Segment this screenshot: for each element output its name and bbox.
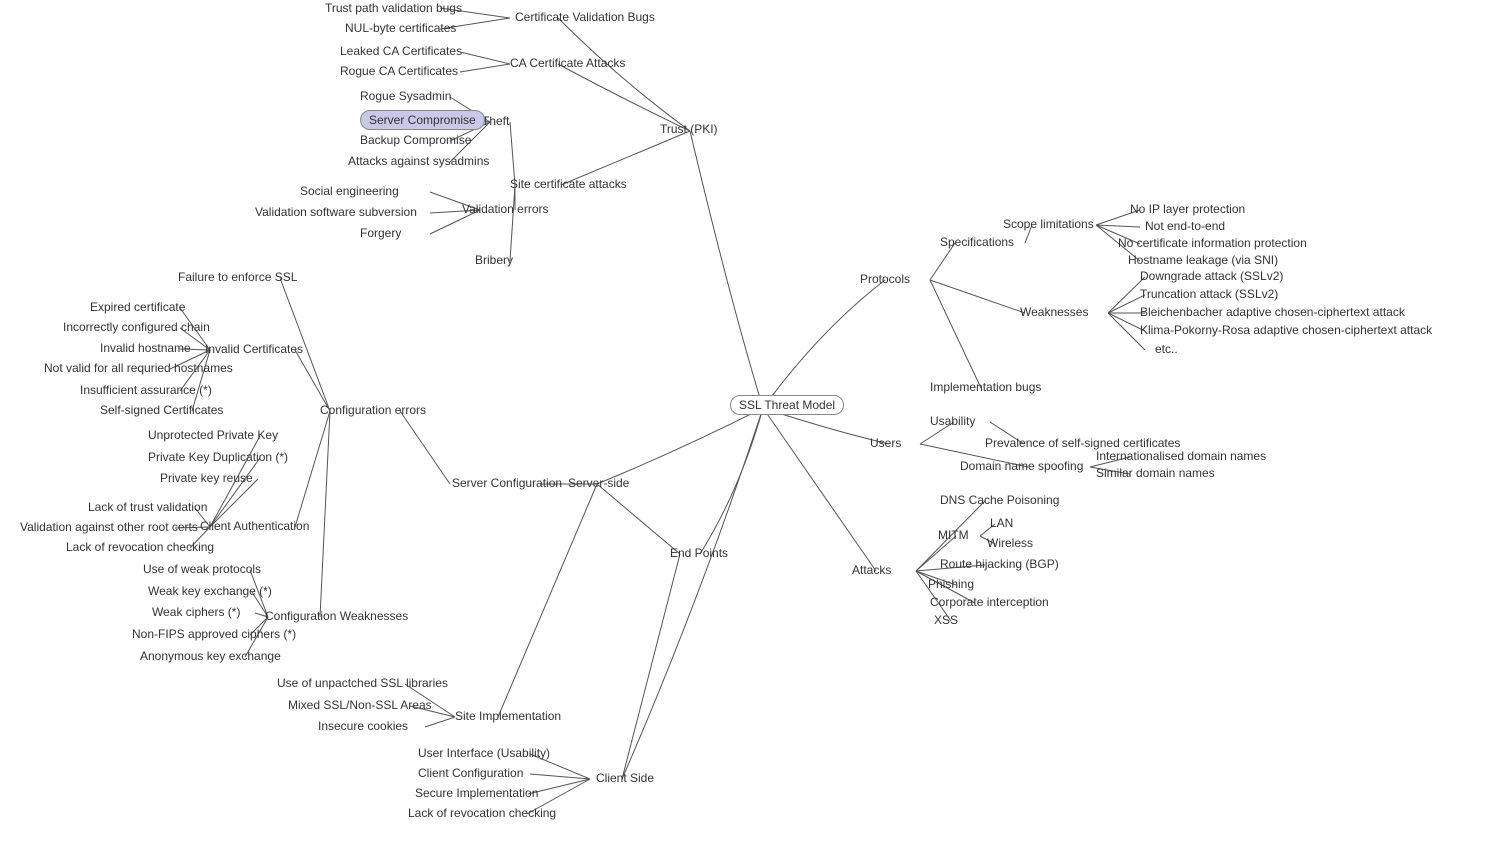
truncation-node: Truncation attack (SSLv2) <box>1140 287 1278 301</box>
trust-pki-node: Trust (PKI) <box>660 122 718 136</box>
usability-node: Usability <box>930 414 975 428</box>
weak-ciphers-node: Weak ciphers (*) <box>152 605 240 619</box>
internat-domain-node: Internationalised domain names <box>1096 449 1266 463</box>
hostname-leak-node: Hostname leakage (via SNI) <box>1128 253 1278 267</box>
not-valid-node: Not valid for all requried hostnames <box>44 361 233 375</box>
forgery-node: Forgery <box>360 226 401 240</box>
failure-ssl-node: Failure to enforce SSL <box>178 270 297 284</box>
similar-domain-node: Similar domain names <box>1096 466 1215 480</box>
rogue-sysadmin-node: Rogue Sysadmin <box>360 89 451 103</box>
invalid-hostname-node: Invalid hostname <box>100 341 191 355</box>
cert-val-bugs-node: Certificate Validation Bugs <box>515 10 655 24</box>
server-compromise-node: Server Compromise <box>360 110 485 130</box>
connector-lines <box>0 0 1491 848</box>
ca-cert-attacks-node: CA Certificate Attacks <box>510 56 625 70</box>
insuff-assurance-node: Insufficient assurance (*) <box>80 383 212 397</box>
specifications-node: Specifications <box>940 235 1014 249</box>
downgrade-node: Downgrade attack (SSLv2) <box>1140 269 1283 283</box>
client-config-node: Client Configuration <box>418 766 523 780</box>
impl-bugs-node: Implementation bugs <box>930 380 1041 394</box>
nul-byte-node: NUL-byte certificates <box>345 21 456 35</box>
anon-key-node: Anonymous key exchange <box>140 649 281 663</box>
bribery-node: Bribery <box>475 253 513 267</box>
mixed-ssl-node: Mixed SSL/Non-SSL Areas <box>288 698 432 712</box>
backup-compromise-node: Backup Compromise <box>360 133 471 147</box>
validation-errors-node: Validation errors <box>462 202 548 216</box>
domain-spoof-node: Domain name spoofing <box>960 459 1083 473</box>
weak-key-node: Weak key exchange (*) <box>148 584 272 598</box>
no-cert-info-node: No certificate information protection <box>1118 236 1307 250</box>
center-node: SSL Threat Model <box>730 395 844 415</box>
no-ip-node: No IP layer protection <box>1130 202 1245 216</box>
pk-dup-node: Private Key Duplication (*) <box>148 450 288 464</box>
server-config-node: Server Configuration <box>452 476 562 490</box>
phishing-node: Phishing <box>928 577 974 591</box>
config-errors-node: Configuration errors <box>320 403 426 417</box>
users-node: Users <box>870 436 901 450</box>
protocols-node: Protocols <box>860 272 910 286</box>
leaked-ca-node: Leaked CA Certificates <box>340 44 462 58</box>
attacks-sysadmins-node: Attacks against sysadmins <box>348 154 489 168</box>
non-fips-node: Non-FIPS approved ciphers (*) <box>132 627 296 641</box>
xss-node: XSS <box>934 613 958 627</box>
val-software-node: Validation software subversion <box>255 205 417 219</box>
bleichen-node: Bleichenbacher adaptive chosen-ciphertex… <box>1140 305 1405 319</box>
client-side-ui-node: User Interface (Usability) <box>418 746 550 760</box>
weak-protocols-node: Use of weak protocols <box>143 562 261 576</box>
secure-impl-node: Secure Implementation <box>415 786 538 800</box>
corp-intercept-node: Corporate interception <box>930 595 1049 609</box>
end-points-node: End Points <box>670 546 728 560</box>
client-auth-node: Client Authentication <box>200 519 309 533</box>
invalid-certs-node: Invalid Certificates <box>205 342 303 356</box>
server-side-node: Server-side <box>568 476 629 490</box>
site-impl-node: Site Implementation <box>455 709 561 723</box>
social-eng-node: Social engineering <box>300 184 399 198</box>
klima-node: Klima-Pokorny-Rosa adaptive chosen-ciphe… <box>1140 323 1432 337</box>
val-root-node: Validation against other root certs <box>20 520 198 534</box>
theft-node: Theft <box>482 114 509 128</box>
wireless-node: Wireless <box>987 536 1033 550</box>
client-side-node: Client Side <box>596 771 654 785</box>
insecure-cookies-node: Insecure cookies <box>318 719 408 733</box>
lack-revoc2-node: Lack of revocation checking <box>408 806 556 820</box>
expired-node: Expired certificate <box>90 300 185 314</box>
pk-reuse-node: Private key reuse <box>160 471 253 485</box>
attacks-node: Attacks <box>852 563 891 577</box>
scope-lim-node: Scope limitations <box>1003 217 1094 231</box>
dns-cache-node: DNS Cache Poisoning <box>940 493 1059 507</box>
config-weak-node: Configuration Weaknesses <box>265 609 408 623</box>
self-signed-node: Self-signed Certificates <box>100 403 223 417</box>
weaknesses-node: Weaknesses <box>1020 305 1088 319</box>
etc-node: etc.. <box>1155 342 1178 356</box>
trust-path-node: Trust path validation bugs <box>325 1 462 15</box>
lack-trust-node: Lack of trust validation <box>88 500 207 514</box>
mindmap-canvas: SSL Threat Model Trust (PKI) Protocols U… <box>0 0 1491 848</box>
unprotected-pk-node: Unprotected Private Key <box>148 428 278 442</box>
mitm-node: MITM <box>938 528 969 542</box>
lan-node: LAN <box>990 516 1013 530</box>
not-end-node: Not end-to-end <box>1145 219 1225 233</box>
lack-revoc-node: Lack of revocation checking <box>66 540 214 554</box>
rogue-ca-node: Rogue CA Certificates <box>340 64 458 78</box>
site-cert-attacks-node: Site certificate attacks <box>510 177 627 191</box>
unpatched-node: Use of unpactched SSL libraries <box>277 676 448 690</box>
incorrect-chain-node: Incorrectly configured chain <box>63 320 210 334</box>
prev-selfsigned-node: Prevalence of self-signed certificates <box>985 436 1180 450</box>
route-hijack-node: Route hijacking (BGP) <box>940 557 1059 571</box>
